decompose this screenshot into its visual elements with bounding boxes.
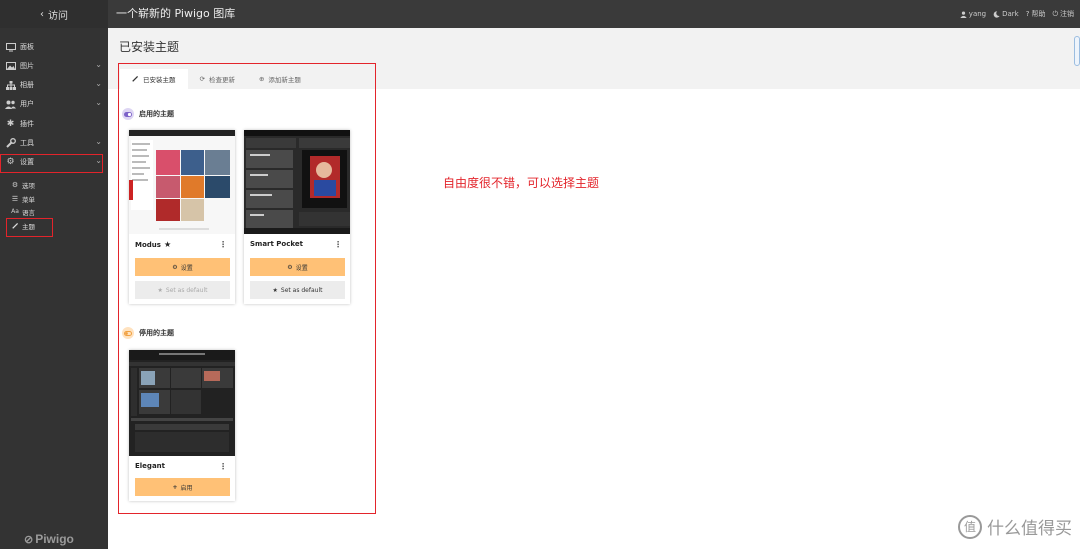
user-icon (960, 10, 967, 18)
chevron-down-icon: ⌄ (95, 137, 102, 146)
cogs-icon: ⚙ (11, 180, 19, 189)
sitemap-icon (5, 80, 16, 90)
sidebar-item-dashboard[interactable]: 面板 (0, 38, 108, 56)
wrench-icon (5, 138, 16, 148)
user-link[interactable]: yang (960, 10, 986, 18)
page-title: 已安装主题 (119, 40, 180, 54)
users-icon (5, 100, 16, 109)
moon-icon (993, 10, 1000, 18)
monitor-icon (5, 42, 16, 52)
sidebar-item-albums[interactable]: 相册 ⌄ (0, 76, 108, 94)
sidebar-item-plugins[interactable]: ✱ 插件 (0, 115, 108, 133)
main-content: 已安装主题 已安装主题 ⟳ 检查更新 ⊕ 添加新主题 启用的主题 Modus ★… (108, 28, 1080, 549)
puzzle-icon: ✱ (6, 119, 15, 129)
top-right-menu: yang Dark ? 帮助 ⏻ 注销 (960, 0, 1074, 28)
scrollbar[interactable] (1074, 36, 1080, 66)
chevron-down-icon: ⌄ (95, 98, 102, 107)
sidebar-item-tools[interactable]: 工具 ⌄ (0, 134, 108, 152)
sidebar-subitem-menu[interactable]: ☰ 菜单 (11, 192, 35, 205)
sidebar-subitem-languages[interactable]: Aa 语言 (11, 205, 35, 218)
settings-highlight-box (0, 154, 103, 173)
themes-highlight-box (6, 218, 53, 237)
gallery-title[interactable]: 一个崭新的 Piwigo 图库 (116, 0, 235, 28)
help-link[interactable]: ? 帮助 (1026, 9, 1046, 19)
dark-mode-toggle[interactable]: Dark (993, 10, 1019, 18)
chevron-down-icon: ⌄ (95, 79, 102, 88)
logout-link[interactable]: ⏻ 注销 (1052, 9, 1074, 19)
chevron-down-icon: ⌄ (95, 60, 102, 69)
annotation-text: 自由度很不错，可以选择主题 (443, 176, 600, 190)
sidebar-item-users[interactable]: 用户 ⌄ (0, 95, 108, 113)
themes-highlight-frame (118, 63, 376, 514)
watermark: 值 什么值得买 (958, 514, 1072, 539)
sidebar-item-photos[interactable]: 图片 ⌄ (0, 57, 108, 75)
power-icon: ⏻ (1052, 9, 1058, 18)
visit-gallery-button[interactable]: ‹ 访问 (0, 0, 108, 28)
piwigo-logo: ⊘ Piwigo (24, 532, 74, 546)
font-icon: Aa (11, 208, 19, 215)
sidebar: 面板 图片 ⌄ 相册 ⌄ 用户 ⌄ ✱ 插件 工具 ⌄ ⚙ 设置 ⌄ ⚙ 选项 … (0, 28, 108, 549)
top-bar: ‹ 访问 一个崭新的 Piwigo 图库 yang Dark ? 帮助 ⏻ 注销 (0, 0, 1080, 28)
sidebar-subitem-options[interactable]: ⚙ 选项 (11, 178, 35, 191)
chevron-left-icon: ‹ (40, 8, 44, 20)
watermark-logo-icon: 值 (958, 514, 982, 539)
image-icon (5, 62, 16, 70)
visit-label: 访问 (48, 10, 68, 22)
list-icon: ☰ (11, 194, 19, 203)
question-circle-icon: ? (1025, 10, 1030, 18)
piwigo-logo-icon: ⊘ (24, 533, 34, 546)
